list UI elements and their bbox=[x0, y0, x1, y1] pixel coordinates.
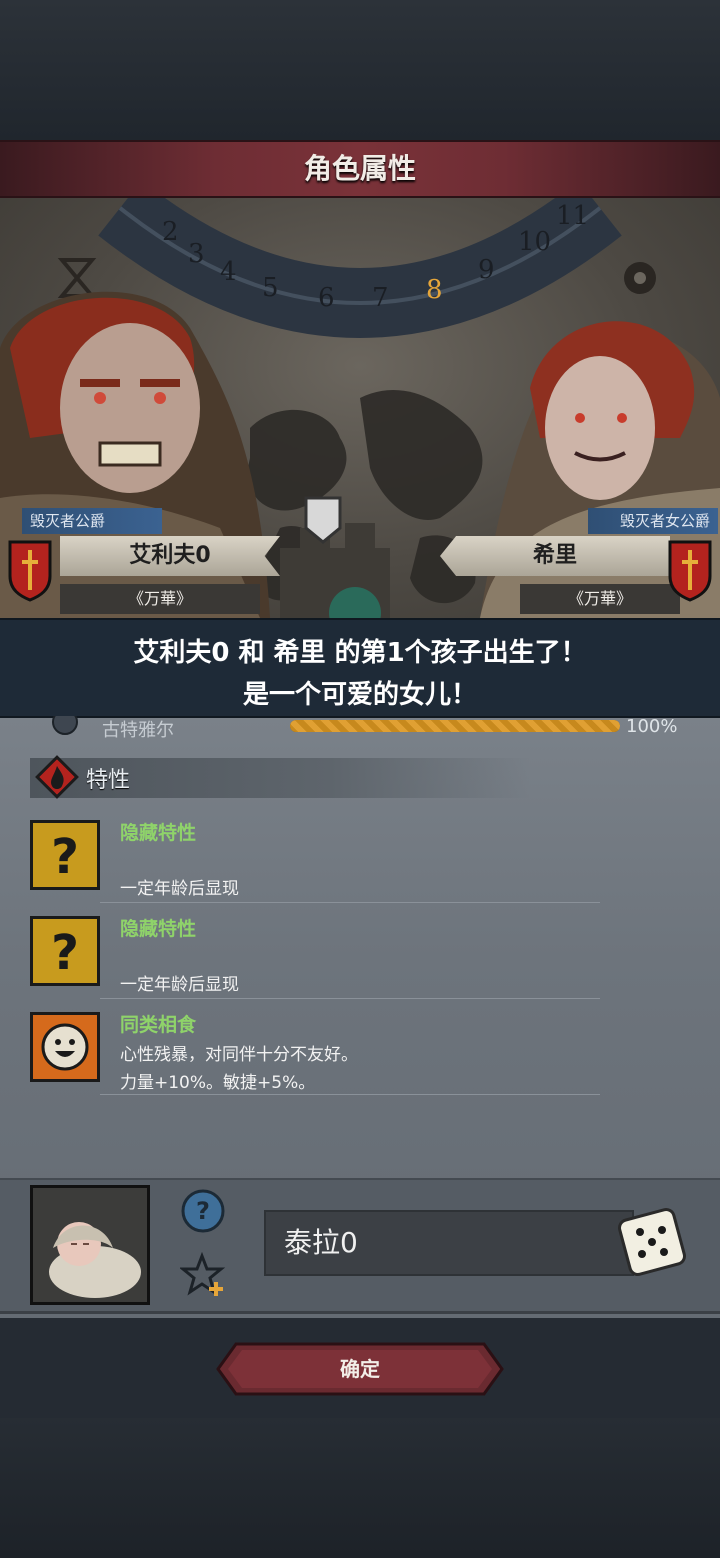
dial-number: 6 bbox=[318, 283, 335, 313]
divider bbox=[100, 1094, 600, 1095]
dice-icon[interactable] bbox=[612, 1202, 692, 1282]
mother-shield-icon bbox=[668, 540, 712, 602]
baby-portrait[interactable] bbox=[30, 1185, 150, 1305]
father-title-badge: 毁灭者公爵 bbox=[22, 508, 162, 534]
father-shield-icon bbox=[8, 540, 52, 602]
dial-number: 10 bbox=[518, 227, 551, 257]
birth-message-line2: 是一个可爱的女儿！ bbox=[242, 680, 477, 710]
progress-value: 100% bbox=[626, 716, 678, 737]
progress-fill bbox=[290, 720, 620, 732]
dial-number: 5 bbox=[262, 273, 279, 303]
birth-message-line1: 艾利夫0 和 希里 的第1个孩子出生了！ bbox=[133, 638, 587, 668]
grin-face-icon[interactable] bbox=[30, 1012, 100, 1082]
dial-number: 9 bbox=[478, 255, 495, 285]
fire-diamond-icon bbox=[35, 755, 79, 799]
hourglass-icon bbox=[57, 258, 97, 298]
father-name-banner: 艾利夫0 bbox=[60, 536, 280, 576]
svg-text:?: ? bbox=[196, 1197, 210, 1225]
question-mark-icon[interactable]: ? bbox=[30, 916, 100, 986]
mother-house: 《万華》 bbox=[520, 584, 680, 614]
parents-scene: 2 3 4 5 6 7 8 9 10 11 毁灭者公爵 艾利夫0 《万華》 毁灭… bbox=[0, 198, 720, 618]
svg-text:?: ? bbox=[51, 829, 79, 885]
emblem-icon bbox=[52, 716, 78, 735]
help-icon[interactable]: ? bbox=[180, 1188, 226, 1234]
bottom-frame bbox=[0, 1418, 720, 1558]
confirm-button[interactable]: 确定 bbox=[216, 1342, 504, 1396]
trait-effect: 力量+10%。敏捷+5%。 bbox=[120, 1073, 316, 1093]
dial-number: 7 bbox=[372, 283, 389, 313]
trait-desc: 一定年龄后显现 bbox=[120, 879, 239, 899]
castle-icon bbox=[280, 496, 390, 618]
trait-name: 隐藏特性 bbox=[120, 822, 197, 844]
question-mark-icon[interactable]: ? bbox=[30, 820, 100, 890]
divider bbox=[100, 902, 600, 903]
trait-desc: 心性残暴，对同伴十分不友好。 bbox=[120, 1045, 358, 1065]
progress-label: 古特雅尔 bbox=[102, 720, 174, 741]
trait-name: 同类相食 bbox=[120, 1014, 197, 1036]
traits-section-title: 特性 bbox=[86, 768, 131, 793]
top-frame bbox=[0, 0, 720, 140]
star-add-icon[interactable] bbox=[180, 1252, 228, 1298]
svg-text:?: ? bbox=[51, 925, 79, 981]
dial-number: 3 bbox=[188, 239, 205, 269]
father-house: 《万華》 bbox=[60, 584, 260, 614]
dial-number: 4 bbox=[220, 257, 237, 287]
child-name-input[interactable]: 泰拉0 bbox=[264, 1210, 634, 1276]
gear-icon bbox=[624, 262, 656, 294]
trait-desc: 一定年龄后显现 bbox=[120, 975, 239, 995]
mother-name-banner: 希里 bbox=[440, 536, 670, 576]
dial-number: 11 bbox=[556, 201, 589, 231]
divider bbox=[100, 998, 600, 999]
dial-number: 2 bbox=[162, 217, 179, 247]
page-title: 角色属性 bbox=[303, 152, 416, 185]
dial-number-highlight: 8 bbox=[426, 275, 443, 305]
trait-name: 隐藏特性 bbox=[120, 918, 197, 940]
mother-title-badge: 毁灭者女公爵 bbox=[588, 508, 718, 534]
